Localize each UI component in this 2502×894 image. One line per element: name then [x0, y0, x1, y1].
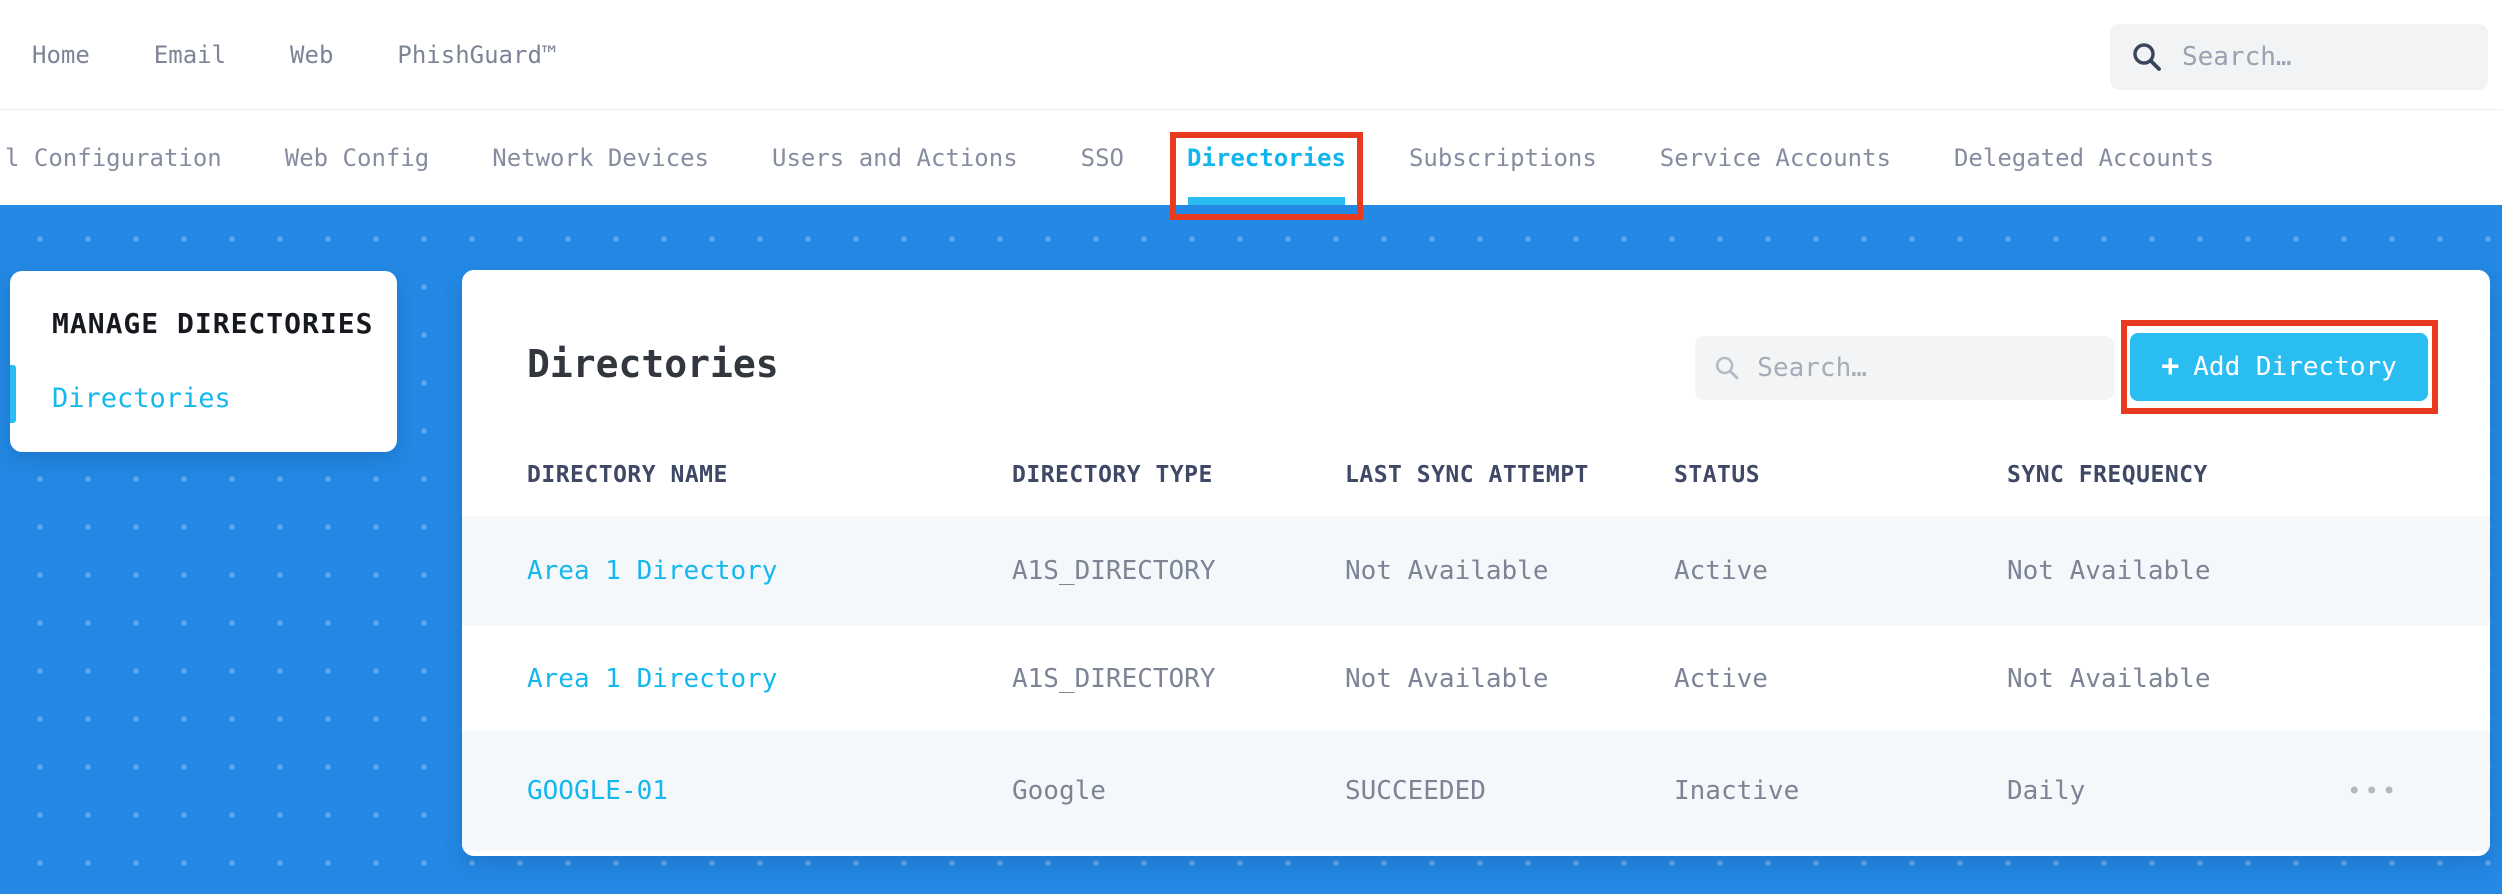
- tab-sso[interactable]: SSO: [1081, 144, 1124, 172]
- tab-directories[interactable]: Directories: [1187, 144, 1346, 205]
- search-icon: [2133, 43, 2161, 71]
- search-icon: [1715, 356, 1739, 380]
- col-header-directory-type: DIRECTORY TYPE: [1012, 462, 1213, 488]
- nav-item-email[interactable]: Email: [154, 41, 226, 69]
- content-area: MANAGE DIRECTORIES Directories Directori…: [0, 205, 2502, 894]
- top-nav: Home Email Web PhishGuard™: [0, 41, 556, 69]
- status-cell: Active: [1674, 556, 1768, 586]
- table-row: Area 1 Directory A1S_DIRECTORY Not Avail…: [462, 626, 2490, 731]
- tab-email-configuration[interactable]: l Configuration: [5, 144, 222, 172]
- table-row: GOOGLE-01 Google SUCCEEDED Inactive Dail…: [462, 731, 2490, 851]
- nav-item-phishguard[interactable]: PhishGuard™: [397, 41, 556, 69]
- table-row: Area 1 Directory A1S_DIRECTORY Not Avail…: [462, 516, 2490, 626]
- panel-search[interactable]: [1695, 336, 2114, 400]
- col-header-sync-frequency: SYNC FREQUENCY: [2007, 462, 2208, 488]
- tab-directories-label: Directories: [1187, 144, 1346, 172]
- directories-panel: Directories + Add Directory DIRECTORY NA…: [462, 270, 2490, 856]
- directory-name-link[interactable]: Area 1 Directory: [527, 556, 777, 586]
- sync-frequency-cell: Not Available: [2007, 663, 2211, 694]
- nav-item-home[interactable]: Home: [32, 41, 90, 69]
- section-tab-bar: l Configuration Web Config Network Devic…: [0, 111, 2502, 205]
- global-search-input[interactable]: [2182, 42, 2468, 72]
- directory-name-link[interactable]: GOOGLE-01: [527, 776, 668, 806]
- table-header: DIRECTORY NAME DIRECTORY TYPE LAST SYNC …: [462, 462, 2490, 506]
- plus-icon: +: [2161, 349, 2180, 384]
- top-bar: Home Email Web PhishGuard™: [0, 0, 2502, 110]
- tab-subscriptions[interactable]: Subscriptions: [1409, 144, 1597, 172]
- tab-service-accounts[interactable]: Service Accounts: [1660, 144, 1891, 172]
- row-actions-ellipsis-icon[interactable]: •••: [2347, 777, 2399, 805]
- add-directory-button[interactable]: + Add Directory: [2130, 333, 2428, 401]
- tab-network-devices[interactable]: Network Devices: [492, 144, 709, 172]
- nav-item-web[interactable]: Web: [290, 41, 333, 69]
- tab-web-config[interactable]: Web Config: [285, 144, 430, 172]
- panel-search-input[interactable]: [1757, 353, 2096, 383]
- add-directory-label: Add Directory: [2193, 352, 2397, 382]
- sidebar-heading: MANAGE DIRECTORIES: [52, 307, 374, 340]
- col-header-status: STATUS: [1674, 462, 1761, 488]
- sidebar-card: MANAGE DIRECTORIES Directories: [10, 271, 397, 452]
- directory-type-cell: A1S_DIRECTORY: [1012, 556, 1216, 586]
- last-sync-cell: SUCCEEDED: [1345, 776, 1486, 806]
- sync-frequency-cell: Not Available: [2007, 556, 2211, 586]
- sync-frequency-cell: Daily: [2007, 776, 2086, 806]
- status-cell: Active: [1674, 663, 1768, 694]
- tab-delegated-accounts[interactable]: Delegated Accounts: [1954, 144, 2214, 172]
- directory-type-cell: A1S_DIRECTORY: [1012, 663, 1216, 694]
- active-tab-underline: [1188, 197, 1345, 205]
- last-sync-cell: Not Available: [1345, 556, 1549, 586]
- sidebar-item-directories[interactable]: Directories: [52, 383, 231, 414]
- directory-name-link[interactable]: Area 1 Directory: [527, 664, 777, 694]
- tab-users-and-actions[interactable]: Users and Actions: [772, 144, 1018, 172]
- col-header-directory-name: DIRECTORY NAME: [527, 462, 728, 488]
- status-cell: Inactive: [1674, 776, 1800, 806]
- directory-type-cell: Google: [1012, 776, 1106, 806]
- sidebar-active-marker: [10, 365, 16, 423]
- page: Home Email Web PhishGuard™ l Configurati…: [0, 0, 2502, 894]
- last-sync-cell: Not Available: [1345, 663, 1549, 694]
- col-header-last-sync: LAST SYNC ATTEMPT: [1345, 462, 1589, 488]
- page-title: Directories: [527, 342, 779, 386]
- global-search[interactable]: [2110, 24, 2488, 90]
